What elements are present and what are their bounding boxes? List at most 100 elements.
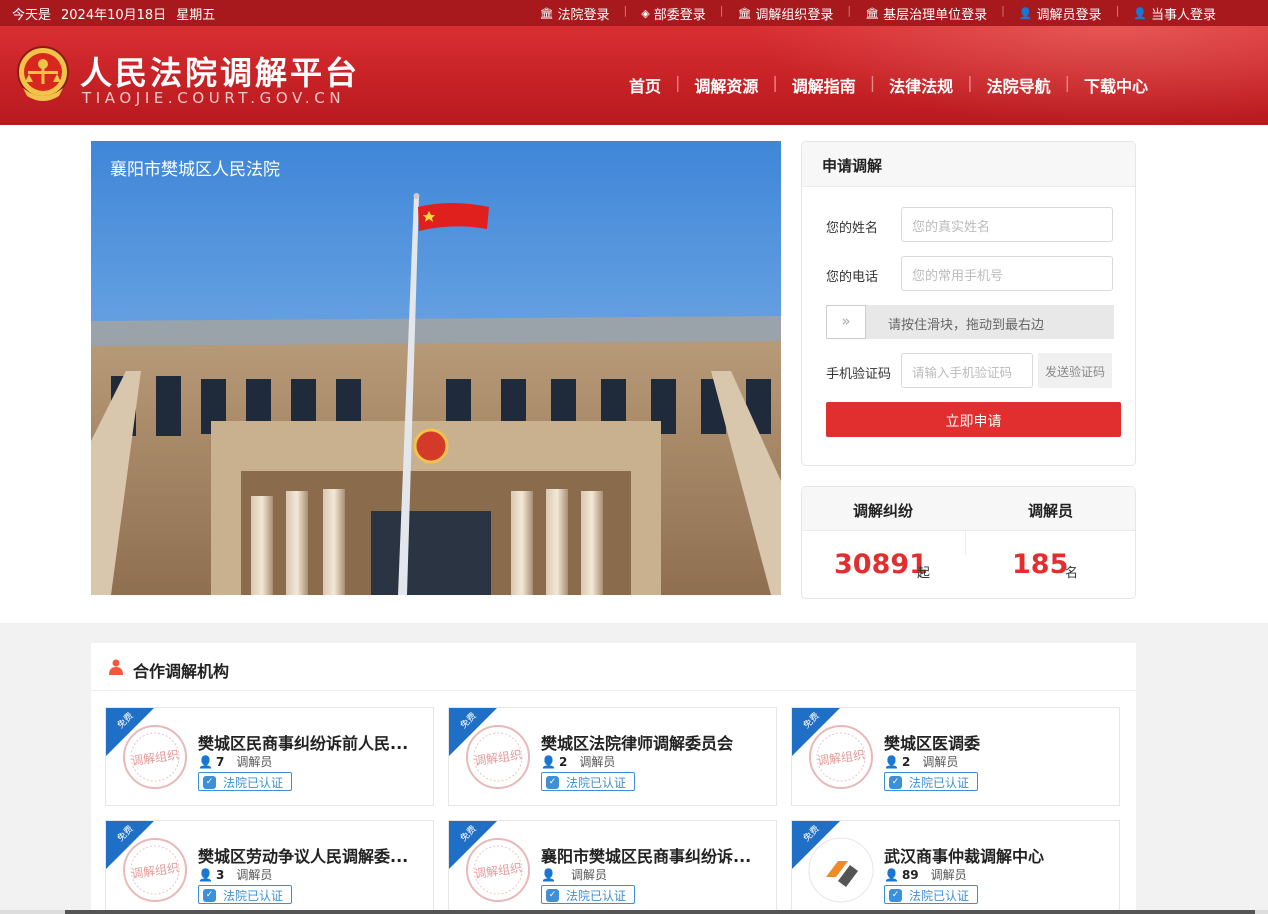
stats-panel: 调解纠纷 调解员 30891 起 185 名 xyxy=(801,486,1136,599)
court-building-icon: 🏛 xyxy=(737,7,752,20)
person-icon: 👤 xyxy=(541,868,556,882)
org-login-link[interactable]: 🏛 调解组织登录 xyxy=(737,4,833,23)
court-building-icon: 🏛 xyxy=(539,7,554,20)
partners-title: 合作调解机构 xyxy=(133,662,230,681)
court-photo-banner[interactable]: 襄阳市樊城区人民法院 xyxy=(91,141,781,595)
horizontal-scrollbar[interactable] xyxy=(0,910,1268,914)
slider-captcha[interactable]: » 请按住滑块，拖动到最右边 xyxy=(826,305,1114,339)
divider: | xyxy=(967,73,973,92)
mediators-unit: 名 xyxy=(1065,566,1079,581)
certified-label: 法院已认证 xyxy=(909,888,970,903)
scrollbar-thumb[interactable] xyxy=(65,910,1255,914)
divider: | xyxy=(1115,4,1120,17)
certified-badge: ✓ 法院已认证 xyxy=(198,772,293,791)
org-card[interactable]: 调解组织 免费 襄阳市樊城区民商事纠纷诉... 👤 调解员 ✓ 法院已认证 xyxy=(448,820,777,914)
disputes-label: 调解纠纷 xyxy=(853,502,914,520)
shield-icon: ✓ xyxy=(889,888,902,902)
nav-home[interactable]: 首页 xyxy=(629,73,661,97)
org-card[interactable]: 免费 武汉商事仲裁调解中心 👤 89 调解员 ✓ 法院已认证 xyxy=(791,820,1120,914)
grassroots-login-link[interactable]: 🏛 基层治理单位登录 xyxy=(865,4,987,23)
disputes-unit: 起 xyxy=(917,566,931,581)
shield-icon: ✓ xyxy=(889,775,902,789)
shield-icon: ✓ xyxy=(546,888,559,902)
free-tag-icon: 免费 xyxy=(106,821,154,869)
divider: | xyxy=(674,73,681,92)
org-card[interactable]: 调解组织 免费 樊城区法院律师调解委员会 👤 2 调解员 ✓ 法院已认证 xyxy=(448,707,777,806)
code-input[interactable]: 请输入手机验证码 xyxy=(901,353,1033,388)
login-links: 🏛 法院登录 | ◈ 部委登录 | 🏛 调解组织登录 | 🏛 基层治理单位登录 | 👤 调… xyxy=(540,4,1216,23)
free-tag-icon: 免费 xyxy=(792,821,840,869)
nav-downloads[interactable]: 下载中心 xyxy=(1084,73,1148,97)
slider-hint: 请按住滑块，拖动到最右边 xyxy=(888,318,1045,333)
nav-court-navigation[interactable]: 法院导航 xyxy=(987,73,1051,97)
certified-badge: ✓ 法院已认证 xyxy=(884,885,979,904)
nav-guide[interactable]: 调解指南 xyxy=(792,73,856,97)
site-title[interactable]: 人民法院调解平台 xyxy=(80,48,360,94)
org-mediator-count: 👤 2 调解员 xyxy=(884,753,958,770)
mediator-word: 调解员 xyxy=(236,755,273,769)
org-name[interactable]: 襄阳市樊城区民商事纠纷诉... xyxy=(541,843,763,867)
shield-icon: ✓ xyxy=(203,888,216,902)
top-bar: 今天是 2024年10月18日 星期五 🏛 法院登录 | ◈ 部委登录 | 🏛 调解组织登… xyxy=(0,0,1268,26)
certified-label: 法院已认证 xyxy=(566,775,627,790)
divider: | xyxy=(869,73,876,92)
divider: | xyxy=(847,4,852,17)
mediator-count: 89 xyxy=(901,868,919,882)
phone-input[interactable]: 您的常用手机号 xyxy=(901,256,1113,291)
divider: | xyxy=(623,4,628,17)
free-tag-icon: 免费 xyxy=(106,708,154,756)
org-name[interactable]: 樊城区民商事纠纷诉前人民... xyxy=(198,730,420,754)
shield-icon: ✓ xyxy=(546,775,559,789)
name-input[interactable]: 您的真实姓名 xyxy=(901,207,1113,242)
org-mediator-count: 👤 2 调解员 xyxy=(541,753,615,770)
org-card[interactable]: 调解组织 免费 樊城区医调委 👤 2 调解员 ✓ 法院已认证 xyxy=(791,707,1120,806)
certified-label: 法院已认证 xyxy=(909,775,970,790)
org-card[interactable]: 调解组织 免费 樊城区民商事纠纷诉前人民... 👤 7 调解员 ✓ 法院已认证 xyxy=(105,707,434,806)
certified-badge: ✓ 法院已认证 xyxy=(541,772,636,791)
org-name[interactable]: 樊城区医调委 xyxy=(884,730,1106,754)
nav-laws[interactable]: 法律法规 xyxy=(889,73,953,97)
org-mediator-count: 👤 89 调解员 xyxy=(884,866,967,883)
org-name[interactable]: 樊城区劳动争议人民调解委... xyxy=(198,843,420,867)
org-name[interactable]: 武汉商事仲裁调解中心 xyxy=(884,843,1106,867)
mediator-word: 调解员 xyxy=(922,755,959,769)
send-code-button[interactable]: 发送验证码 xyxy=(1038,353,1112,388)
mediator-count: 3 xyxy=(215,868,225,882)
party-login-label: 当事人登录 xyxy=(1150,8,1216,23)
org-mediator-count: 👤 调解员 xyxy=(541,866,607,883)
court-emblem-icon[interactable] xyxy=(15,44,71,104)
site-header: 人民法院调解平台 TIAOJIE.COURT.GOV.CN 首页 | 调解资源 | … xyxy=(0,26,1268,125)
date-text: 2024年10月18日 xyxy=(61,8,167,23)
person-icon: 👤 xyxy=(1133,7,1147,20)
divider: | xyxy=(719,4,724,17)
name-label: 您的姓名 xyxy=(826,221,879,236)
divider: | xyxy=(772,73,778,92)
ministry-login-link[interactable]: ◈ 部委登录 xyxy=(641,4,705,23)
nav-resources[interactable]: 调解资源 xyxy=(694,73,758,97)
slider-handle[interactable]: » xyxy=(826,305,866,339)
apply-mediation-panel: 申请调解 您的姓名 您的真实姓名 您的电话 您的常用手机号 » 请按住滑块，拖动… xyxy=(801,141,1136,466)
org-card[interactable]: 调解组织 免费 樊城区劳动争议人民调解委... 👤 3 调解员 ✓ 法院已认证 xyxy=(105,820,434,914)
layers-icon: ◈ xyxy=(641,7,650,20)
court-building-photo xyxy=(91,141,781,595)
person-icon: 👤 xyxy=(198,868,213,882)
code-label: 手机验证码 xyxy=(826,367,892,382)
court-login-link[interactable]: 🏛 法院登录 xyxy=(540,4,610,23)
submit-apply-button[interactable]: 立即申请 xyxy=(826,402,1121,437)
free-tag-icon: 免费 xyxy=(449,821,497,869)
court-building-icon: 🏛 xyxy=(865,7,880,20)
certified-label: 法院已认证 xyxy=(223,775,284,790)
party-login-link[interactable]: 👤 当事人登录 xyxy=(1133,4,1216,23)
certified-label: 法院已认证 xyxy=(223,888,284,903)
date-prefix: 今天是 xyxy=(12,8,52,23)
org-login-label: 调解组织登录 xyxy=(755,8,834,23)
people-icon xyxy=(109,659,123,675)
free-tag-icon: 免费 xyxy=(792,708,840,756)
partners-header: 合作调解机构 xyxy=(91,643,1136,691)
banner-caption: 襄阳市樊城区人民法院 xyxy=(110,160,280,180)
main-nav: 首页 | 调解资源 | 调解指南 | 法律法规 | 法院导航 | 下载中心 xyxy=(629,73,1148,97)
shield-icon: ✓ xyxy=(203,775,216,789)
mediator-login-link[interactable]: 👤 调解员登录 xyxy=(1019,4,1102,23)
org-name[interactable]: 樊城区法院律师调解委员会 xyxy=(541,730,763,754)
certified-badge: ✓ 法院已认证 xyxy=(884,772,979,791)
